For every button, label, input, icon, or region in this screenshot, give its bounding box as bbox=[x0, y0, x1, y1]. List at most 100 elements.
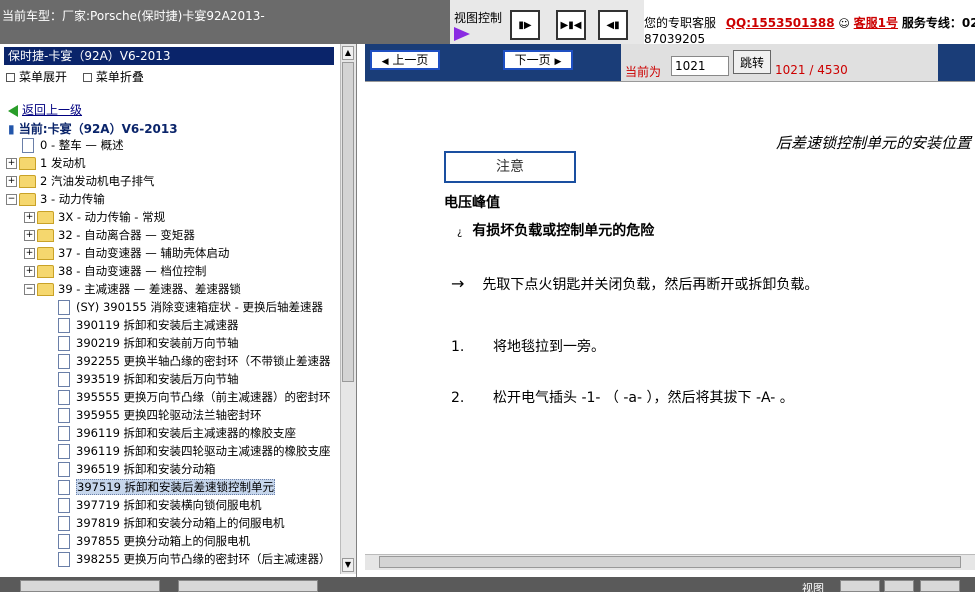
bottom-tab[interactable] bbox=[178, 580, 318, 592]
tree-panel: 保时捷-卡宴（92A）V6-2013 菜单展开 菜单折叠 返回上一级 ▮ 当前:… bbox=[0, 44, 357, 577]
folder-icon bbox=[37, 229, 54, 242]
tree-node-label: 396119 拆卸和安装后主减速器的橡胶支座 bbox=[76, 426, 297, 440]
tree-node-label: 393519 拆卸和安装后万向节轴 bbox=[76, 372, 239, 386]
prev-page-button[interactable]: ◀ 上一页 bbox=[370, 50, 440, 70]
next-page-button[interactable]: 下一页 ▶ bbox=[503, 50, 573, 70]
notice-box: 注意 bbox=[444, 151, 576, 183]
back-label: 返回上一级 bbox=[22, 103, 83, 117]
document-icon bbox=[58, 516, 70, 531]
document-icon bbox=[58, 426, 70, 441]
tree-leaf[interactable]: 390219 拆卸和安装前万向节轴 bbox=[58, 334, 239, 352]
tree-node-label: 397519 拆卸和安装后差速锁控制单元 bbox=[76, 479, 276, 495]
step-text: 将地毯拉到一旁。 bbox=[493, 339, 605, 355]
contact-info: 您的专职客服 QQ:1553501388 ☺ 客服1号 服务专线：02 8703… bbox=[644, 0, 975, 46]
tree-node[interactable]: +38 - 自动变速器 — 档位控制 bbox=[24, 262, 206, 280]
document-horizontal-scrollbar[interactable] bbox=[365, 554, 975, 570]
top-bar: 当前车型：厂家:Porsche(保时捷)卡宴92A2013- 视图控制 ▮▶ ▶… bbox=[0, 0, 975, 46]
document-icon bbox=[58, 498, 70, 513]
tree-node[interactable]: +32 - 自动离合器 — 变矩器 bbox=[24, 226, 195, 244]
tree-leaf[interactable]: 397819 拆卸和安装分动箱上的伺服电机 bbox=[58, 514, 285, 532]
view-control-label: 视图控制 bbox=[454, 11, 503, 25]
warning-mark: ¿ bbox=[457, 227, 463, 238]
document-icon bbox=[58, 318, 70, 333]
view-right-panel-button[interactable]: ◀▮ bbox=[598, 10, 628, 40]
expand-icon[interactable]: + bbox=[24, 212, 35, 223]
tree-leaf[interactable]: 393519 拆卸和安装后万向节轴 bbox=[58, 370, 239, 388]
tree-leaf[interactable]: 396119 拆卸和安装四轮驱动主减速器的橡胶支座 bbox=[58, 442, 331, 460]
document-icon bbox=[58, 534, 70, 549]
expand-icon[interactable]: + bbox=[6, 176, 17, 187]
view-control-arrow-icon bbox=[454, 27, 470, 41]
view-split-button[interactable]: ▶▮◀ bbox=[556, 10, 586, 40]
tree-node[interactable]: +2 汽油发动机电子排气 bbox=[6, 172, 154, 190]
document-icon bbox=[58, 354, 70, 369]
tree-node[interactable]: +1 发动机 bbox=[6, 154, 85, 172]
document-icon bbox=[58, 336, 70, 351]
tree-leaf[interactable]: (SY) 390155 消除变速箱症状 - 更换后轴差速器 bbox=[58, 298, 323, 316]
bottom-tab[interactable] bbox=[20, 580, 160, 592]
collapse-all-button[interactable]: 菜单折叠 bbox=[82, 70, 144, 84]
expand-all-button[interactable]: 菜单展开 bbox=[6, 70, 67, 84]
scroll-thumb[interactable] bbox=[379, 556, 961, 568]
page-number-input[interactable] bbox=[671, 56, 729, 76]
collapse-icon[interactable]: − bbox=[24, 284, 35, 295]
jump-button[interactable]: 跳转 bbox=[733, 50, 771, 74]
tree-node-label: 392255 更换半轴凸缘的密封环（不带锁止差速器 bbox=[76, 354, 331, 368]
tree-leaf[interactable]: 397719 拆卸和安装横向锁伺服电机 bbox=[58, 496, 262, 514]
document-title: 后差速锁控制单元的安装位置 bbox=[775, 134, 971, 152]
arrow-instruction: → 先取下点火钥匙并关闭负载，然后再断开或拆卸负载。 bbox=[451, 274, 818, 294]
collapse-icon[interactable]: − bbox=[6, 194, 17, 205]
step-number: 1. bbox=[451, 339, 465, 355]
scroll-up-icon[interactable]: ▲ bbox=[342, 46, 354, 60]
back-link[interactable]: 返回上一级 bbox=[8, 101, 82, 118]
open-folder-icon bbox=[19, 193, 36, 206]
tree-leaf[interactable]: 396519 拆卸和安装分动箱 bbox=[58, 460, 216, 478]
document-content: 后差速锁控制单元的安装位置 注意 电压峰值 ¿ 有损坏负载或控制单元的危险 → 先取… bbox=[365, 81, 975, 560]
document-icon bbox=[22, 138, 34, 153]
document-icon bbox=[58, 480, 70, 495]
folder-icon bbox=[37, 247, 54, 260]
danger-warning: ¿ 有损坏负载或控制单元的危险 bbox=[457, 220, 654, 240]
tree-leaf[interactable]: 395555 更换万向节凸缘（前主减速器）的密封环 bbox=[58, 388, 331, 406]
view-mode-button[interactable] bbox=[920, 580, 960, 592]
tree-node-label: 1 发动机 bbox=[40, 156, 86, 170]
tree-leaf[interactable]: 392255 更换半轴凸缘的密封环（不带锁止差速器 bbox=[58, 352, 331, 370]
tree-node[interactable]: 0 - 整车 — 概述 bbox=[22, 136, 124, 154]
tree-leaf[interactable]: 395955 更换四轮驱动法兰轴密封环 bbox=[58, 406, 262, 424]
expand-icon[interactable]: + bbox=[24, 230, 35, 241]
tree-scrollbar[interactable]: ▲ ▼ bbox=[340, 44, 356, 574]
folder-icon bbox=[37, 211, 54, 224]
tree-node-label: (SY) 390155 消除变速箱症状 - 更换后轴差速器 bbox=[76, 300, 323, 314]
document-icon bbox=[58, 408, 70, 423]
tree-leaf[interactable]: 390119 拆卸和安装后主减速器 bbox=[58, 316, 239, 334]
step-number: 2. bbox=[451, 390, 465, 406]
tree-node-label: 396119 拆卸和安装四轮驱动主减速器的橡胶支座 bbox=[76, 444, 331, 458]
page-nav-bar: ◀ 上一页 下一页 ▶ 当前为 跳转 1021 / 4530 bbox=[365, 44, 975, 81]
tree-leaf[interactable]: 398255 更换万向节凸缘的密封环（后主减速器） bbox=[58, 550, 331, 568]
tree-node-label: 398255 更换万向节凸缘的密封环（后主减速器） bbox=[76, 552, 331, 566]
step-item: 2. 松开电气插头 -1- （ -a- ），然后将其拔下 -A- 。 bbox=[451, 387, 794, 407]
view-mode-button[interactable] bbox=[884, 580, 914, 592]
tree-leaf[interactable]: 397855 更换分动箱上的伺服电机 bbox=[58, 532, 250, 550]
scroll-down-icon[interactable]: ▼ bbox=[342, 558, 354, 572]
vehicle-title-bar: 当前车型：厂家:Porsche(保时捷)卡宴92A2013- bbox=[0, 0, 450, 44]
expand-icon[interactable]: + bbox=[6, 158, 17, 169]
tree-node[interactable]: +37 - 自动变速器 — 辅助壳体启动 bbox=[24, 244, 229, 262]
scroll-thumb[interactable] bbox=[342, 62, 354, 382]
voltage-heading: 电压峰值 bbox=[444, 195, 500, 211]
tree-leaf[interactable]: 396119 拆卸和安装后主减速器的橡胶支座 bbox=[58, 424, 296, 442]
expand-icon[interactable]: + bbox=[24, 248, 35, 259]
service-link[interactable]: 客服1号 bbox=[854, 16, 898, 30]
tree-toolbar: 菜单展开 菜单折叠 bbox=[6, 68, 144, 85]
view-left-panel-button[interactable]: ▮▶ bbox=[510, 10, 540, 40]
expand-icon[interactable]: + bbox=[24, 266, 35, 277]
next-page-label: 下一页 bbox=[514, 53, 551, 67]
prev-page-label: 上一页 bbox=[392, 53, 429, 67]
tree-node[interactable]: +3X - 动力传输 - 常规 bbox=[24, 208, 165, 226]
view-mode-button[interactable] bbox=[840, 580, 880, 592]
tree-leaf-selected[interactable]: 397519 拆卸和安装后差速锁控制单元 bbox=[58, 478, 276, 496]
tree-node[interactable]: − 39 - 主减速器 — 差速器、差速器锁 bbox=[24, 280, 241, 298]
tree-node[interactable]: − 3 - 动力传输 bbox=[6, 190, 105, 208]
qq-link[interactable]: QQ:1553501388 bbox=[726, 16, 835, 30]
tree-node-label: 396519 拆卸和安装分动箱 bbox=[76, 462, 216, 476]
